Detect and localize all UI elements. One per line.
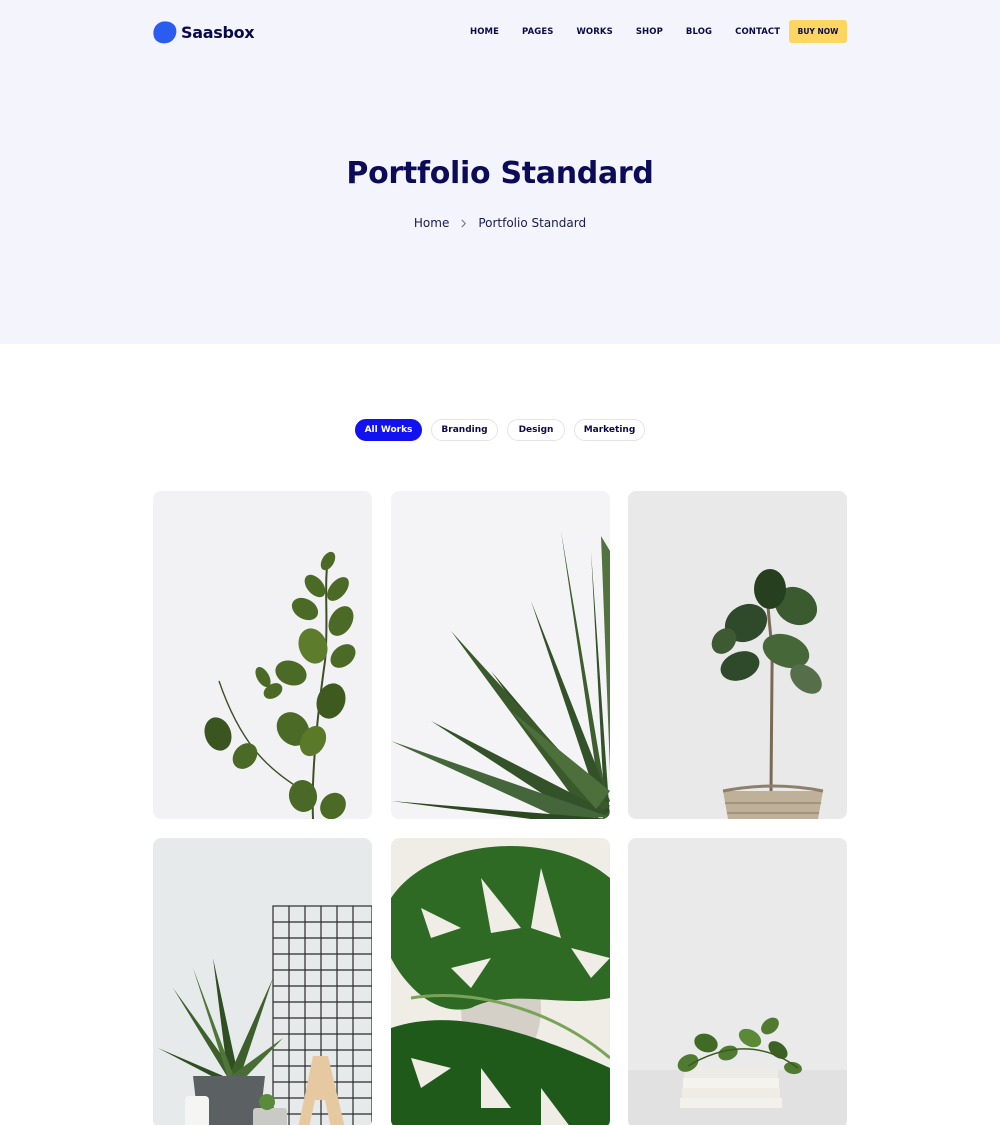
page-title: Portfolio Standard — [346, 156, 654, 191]
portfolio-filters: All Works Branding Design Marketing — [355, 419, 654, 441]
nav-home[interactable]: HOME — [470, 27, 499, 37]
brand-name: Saasbox — [181, 22, 255, 42]
breadcrumb-home-link[interactable]: Home — [414, 216, 449, 230]
portfolio-item[interactable] — [153, 491, 372, 819]
brand-logo[interactable]: Saasbox — [153, 20, 255, 44]
filter-design[interactable]: Design — [507, 419, 565, 441]
potted-palm-image — [153, 838, 372, 1125]
nav-contact[interactable]: CONTACT — [735, 27, 780, 37]
nav-works[interactable]: WORKS — [576, 27, 612, 37]
plant-on-books-image — [628, 838, 847, 1125]
monstera-leaves-image — [391, 838, 610, 1125]
portfolio-item[interactable] — [391, 838, 610, 1125]
logo-blob-icon — [153, 21, 177, 44]
filter-marketing[interactable]: Marketing — [574, 419, 645, 441]
nav-shop[interactable]: SHOP — [636, 27, 663, 37]
portfolio-item[interactable] — [153, 838, 372, 1125]
main-nav: HOME PAGES WORKS SHOP BLOG CONTACT — [470, 20, 803, 43]
buy-now-button[interactable]: BUY NOW — [789, 20, 847, 43]
breadcrumb-current: Portfolio Standard — [478, 216, 587, 230]
chevron-right-icon — [461, 219, 467, 227]
filter-branding[interactable]: Branding — [431, 419, 498, 441]
eucalyptus-branch-image — [153, 491, 372, 819]
portfolio-item[interactable] — [391, 491, 610, 819]
portfolio-item[interactable] — [628, 491, 847, 819]
portfolio-item[interactable] — [628, 838, 847, 1125]
fiddle-leaf-fig-image — [628, 491, 847, 819]
filter-all-works[interactable]: All Works — [355, 419, 422, 441]
breadcrumb: Home Portfolio Standard — [0, 216, 1000, 230]
nav-blog[interactable]: BLOG — [686, 27, 712, 37]
nav-pages[interactable]: PAGES — [522, 27, 553, 37]
spiky-plant-image — [391, 491, 610, 819]
